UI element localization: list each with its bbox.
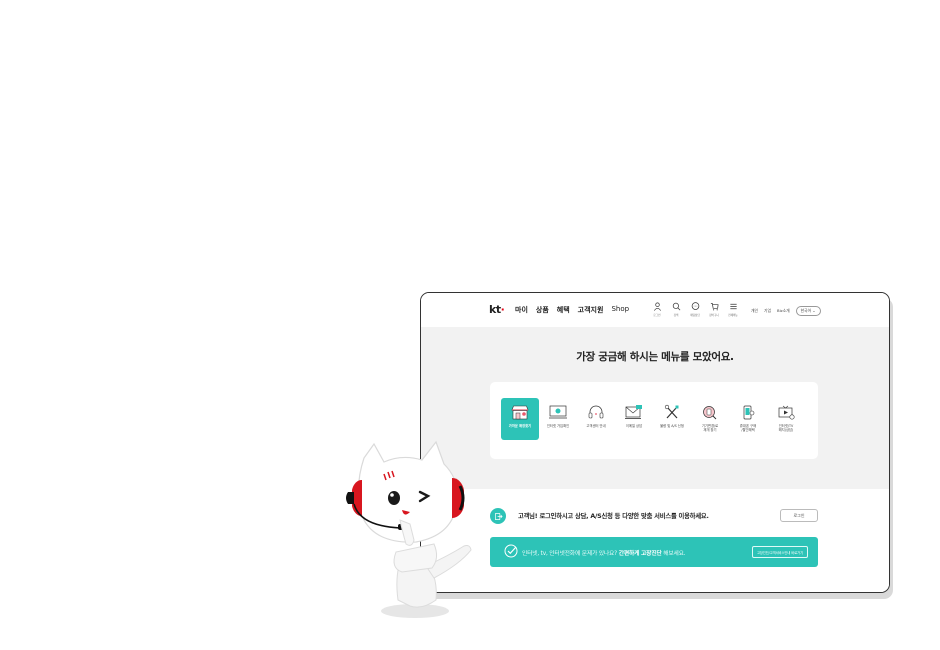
search-util[interactable]: 검색 [670, 302, 682, 317]
nav-item-my[interactable]: 마이 [515, 305, 528, 315]
menu-item-tv-cancel[interactable]: 인터넷/TV 해지(상담) [767, 398, 805, 440]
login-arrow-icon [490, 508, 506, 524]
nav-item-products[interactable]: 상품 [536, 305, 549, 315]
site-header: kt· 마이 상품 혜택 고객지원 Shop 로그인 검색 채팅상담 장바구니 … [421, 293, 889, 327]
login-notice: 고객님! 로그인하시고 상담, A/S신청 등 다양한 맞춤 서비스를 이용하세… [490, 507, 818, 525]
menu-item-email[interactable]: 이메일 상담 [615, 398, 653, 440]
utility-links: 개인 기업 Biz소개 한국어 ⌄ [751, 306, 821, 316]
link-personal[interactable]: 개인 [751, 308, 758, 314]
login-notice-text: 고객님! 로그인하시고 상담, A/S신청 등 다양한 맞춤 서비스를 이용하세… [518, 513, 709, 520]
login-button[interactable]: 로그인 [780, 509, 818, 522]
menu-item-store[interactable]: 가까운 매장찾기 [501, 398, 539, 440]
tools-icon [661, 403, 683, 421]
menu-item-repair[interactable]: 불량 및 A/S 신청 [653, 398, 691, 440]
link-business[interactable]: 기업 [764, 308, 771, 314]
menu-icon [729, 303, 737, 310]
diagnosis-banner[interactable]: 인터넷, tv, 인터넷전화에 문제가 있나요? 간편하게 고장진단 해보세요.… [490, 537, 818, 567]
check-circle-icon [504, 544, 518, 558]
menu-item-call-center[interactable]: 고객센터 안내 [577, 398, 615, 440]
monitor-icon [547, 403, 569, 421]
kt-logo[interactable]: kt· [489, 303, 505, 316]
email-icon [623, 403, 645, 421]
quick-menu-section: 가장 궁금해 하시는 메뉴를 모았어요. 가까운 매장찾기 인터넷 가입확인 고… [421, 327, 889, 489]
cart-util[interactable]: 장바구니 [708, 302, 720, 317]
nav-item-benefits[interactable]: 혜택 [557, 305, 570, 315]
menu-util[interactable]: 전체메뉴 [727, 302, 739, 317]
menu-item-device-search[interactable]: 기기변경/로 재개 찾기 [691, 398, 729, 440]
nav-item-support[interactable]: 고객지원 [578, 305, 604, 315]
quick-menu-list: 가까운 매장찾기 인터넷 가입확인 고객센터 안내 이메일 상담 불량 및 A/… [501, 398, 805, 440]
link-biz-intro[interactable]: Biz소개 [777, 308, 790, 314]
chat-icon [691, 302, 699, 310]
quick-menu-card: 가까운 매장찾기 인터넷 가입확인 고객센터 안내 이메일 상담 불량 및 A/… [490, 382, 818, 459]
store-icon [509, 403, 531, 421]
page-title: 가장 궁금해 하시는 메뉴를 모았어요. [576, 351, 734, 363]
menu-item-internet-check[interactable]: 인터넷 가입확인 [539, 398, 577, 440]
chat-util[interactable]: 채팅상담 [689, 302, 701, 317]
support-section: 고객님! 로그인하시고 상담, A/S신청 등 다양한 맞춤 서비스를 이용하세… [421, 489, 889, 592]
menu-item-phone-discount[interactable]: 휴대폰 구매 /할인혜택 [729, 398, 767, 440]
utility-icons: 로그인 검색 채팅상담 장바구니 전체메뉴 [651, 302, 739, 317]
tv-icon [775, 403, 797, 421]
phone-repair-icon [737, 403, 759, 421]
cart-icon [710, 302, 719, 311]
browser-window: kt· 마이 상품 혜택 고객지원 Shop 로그인 검색 채팅상담 장바구니 … [420, 292, 890, 593]
diagnosis-button[interactable]: 고장진단/고객서비스안내 바로가기 [752, 546, 808, 558]
diagnosis-text: 인터넷, tv, 인터넷전화에 문제가 있나요? 간편하게 고장진단 해보세요. [522, 551, 686, 557]
login-util[interactable]: 로그인 [651, 302, 663, 317]
language-button[interactable]: 한국어 ⌄ [795, 306, 821, 316]
headset-icon [585, 403, 607, 421]
device-search-icon [699, 403, 721, 421]
nav-item-shop[interactable]: Shop [611, 305, 629, 315]
search-icon [672, 302, 680, 311]
main-nav: 마이 상품 혜택 고객지원 Shop [515, 305, 629, 315]
user-icon [653, 302, 661, 311]
kt-mascot-illustration [346, 440, 472, 618]
